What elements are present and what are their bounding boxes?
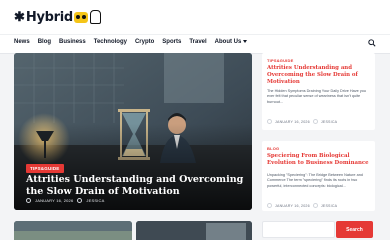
article-thumbnail[interactable] <box>136 221 252 240</box>
hero-meta: JANUARY 16, 2026 JESSICA <box>26 198 105 203</box>
calendar-icon <box>26 198 31 203</box>
nav-item-technology[interactable]: Technology <box>94 39 127 45</box>
calendar-icon <box>267 203 272 208</box>
card-author[interactable]: JESSICA <box>321 204 337 208</box>
nav-item-crypto[interactable]: Crypto <box>135 39 154 45</box>
card-category[interactable]: TIPS&GUIDE <box>267 58 293 63</box>
thumbnail-image <box>14 221 132 240</box>
card-category[interactable]: BLOG <box>267 146 279 151</box>
logo-wordmark: Hybrid <box>25 9 73 25</box>
card-meta: JANUARY 16, 2026 JESSICA <box>267 119 337 124</box>
nav-item-sports[interactable]: Sports <box>162 39 181 45</box>
chevron-down-icon <box>243 39 248 43</box>
card-excerpt: Unpacking "Speciering": The Bridge Betwe… <box>267 173 363 188</box>
nav-item-business[interactable]: Business <box>59 39 86 45</box>
side-article-card[interactable]: BLOG Speciering From Biological Evolutio… <box>262 141 375 211</box>
logo-mascot-icon <box>89 10 101 24</box>
card-date: JANUARY 16, 2026 <box>275 203 310 208</box>
card-author[interactable]: JESSICA <box>321 120 337 124</box>
author-icon <box>77 198 83 203</box>
card-excerpt: The Hidden Symptoms Draining Your Daily … <box>267 89 366 104</box>
hero-date: JANUARY 16, 2026 <box>35 198 74 203</box>
search-field[interactable] <box>262 221 335 238</box>
calendar-icon <box>267 119 272 124</box>
site-header: ✱ Hybrid <box>0 0 390 34</box>
search-button[interactable]: Search <box>336 221 373 238</box>
card-title[interactable]: Attrities Understanding and Overcoming t… <box>267 65 371 87</box>
side-article-card[interactable]: TIPS&GUIDE Attrities Understanding and O… <box>262 53 375 130</box>
search-icon[interactable] <box>368 39 376 47</box>
card-title[interactable]: Speciering From Biological Evolution to … <box>267 153 371 167</box>
article-thumbnail[interactable] <box>14 221 132 240</box>
main-nav: News Blog Business Technology Crypto Spo… <box>0 34 390 54</box>
site-logo[interactable]: ✱ Hybrid <box>14 9 101 25</box>
nav-item-about-us[interactable]: About Us <box>215 39 248 45</box>
logo-hash-glyph: ✱ <box>14 9 25 24</box>
about-us-label: About Us <box>214 39 242 45</box>
nav-item-travel[interactable]: Travel <box>189 39 206 45</box>
card-meta: JANUARY 16, 2026 JESSICA <box>267 203 337 208</box>
featured-article[interactable]: TIPS&GUIDE Attrities Understanding and O… <box>14 53 252 210</box>
thumbnail-image <box>136 221 252 240</box>
nav-item-blog[interactable]: Blog <box>38 39 51 45</box>
author-icon <box>312 203 318 208</box>
card-date: JANUARY 16, 2026 <box>275 119 310 124</box>
author-icon <box>312 119 318 124</box>
logo-eyes-mark <box>73 11 88 23</box>
hero-title[interactable]: Attrities Understanding and Overcoming t… <box>26 174 244 197</box>
hero-author[interactable]: JESSICA <box>86 198 104 203</box>
hero-category-badge[interactable]: TIPS&GUIDE <box>26 164 64 173</box>
nav-item-news[interactable]: News <box>14 39 30 45</box>
